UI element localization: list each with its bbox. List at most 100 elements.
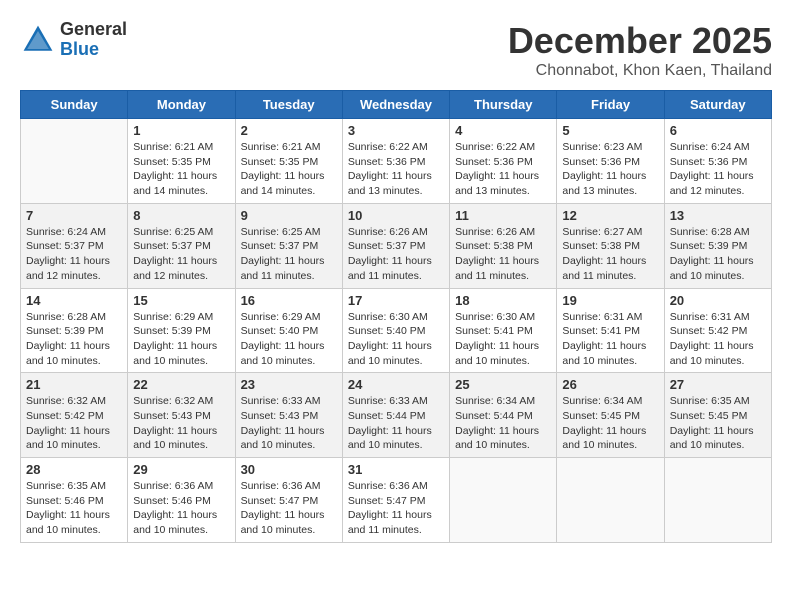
calendar-day-cell: 2 Sunrise: 6:21 AM Sunset: 5:35 PM Daylig… [235,119,342,204]
calendar-day-cell: 12 Sunrise: 6:27 AM Sunset: 5:38 PM Dayli… [557,203,664,288]
day-info: Sunrise: 6:32 AM Sunset: 5:42 PM Dayligh… [26,394,122,453]
month-title: December 2025 [508,20,772,62]
calendar-day-header: Saturday [664,91,771,119]
day-info: Sunrise: 6:25 AM Sunset: 5:37 PM Dayligh… [241,225,337,284]
day-info: Sunrise: 6:31 AM Sunset: 5:41 PM Dayligh… [562,310,658,369]
day-number: 14 [26,293,122,308]
day-info: Sunrise: 6:35 AM Sunset: 5:46 PM Dayligh… [26,479,122,538]
calendar-day-cell: 27 Sunrise: 6:35 AM Sunset: 5:45 PM Dayli… [664,373,771,458]
day-info: Sunrise: 6:23 AM Sunset: 5:36 PM Dayligh… [562,140,658,199]
day-number: 20 [670,293,766,308]
day-number: 8 [133,208,229,223]
day-info: Sunrise: 6:34 AM Sunset: 5:45 PM Dayligh… [562,394,658,453]
day-info: Sunrise: 6:28 AM Sunset: 5:39 PM Dayligh… [670,225,766,284]
day-number: 26 [562,377,658,392]
calendar-day-cell: 3 Sunrise: 6:22 AM Sunset: 5:36 PM Daylig… [342,119,449,204]
day-info: Sunrise: 6:22 AM Sunset: 5:36 PM Dayligh… [455,140,551,199]
calendar-day-cell: 4 Sunrise: 6:22 AM Sunset: 5:36 PM Daylig… [450,119,557,204]
logo: General Blue [20,20,127,60]
calendar-day-cell: 9 Sunrise: 6:25 AM Sunset: 5:37 PM Daylig… [235,203,342,288]
day-info: Sunrise: 6:29 AM Sunset: 5:40 PM Dayligh… [241,310,337,369]
day-number: 23 [241,377,337,392]
day-number: 19 [562,293,658,308]
day-info: Sunrise: 6:22 AM Sunset: 5:36 PM Dayligh… [348,140,444,199]
day-number: 3 [348,123,444,138]
day-info: Sunrise: 6:27 AM Sunset: 5:38 PM Dayligh… [562,225,658,284]
calendar-day-header: Sunday [21,91,128,119]
calendar-week-row: 28 Sunrise: 6:35 AM Sunset: 5:46 PM Dayli… [21,458,772,543]
logo-text: General Blue [60,20,127,60]
calendar-day-cell: 26 Sunrise: 6:34 AM Sunset: 5:45 PM Dayli… [557,373,664,458]
day-info: Sunrise: 6:28 AM Sunset: 5:39 PM Dayligh… [26,310,122,369]
calendar-day-cell: 21 Sunrise: 6:32 AM Sunset: 5:42 PM Dayli… [21,373,128,458]
day-number: 18 [455,293,551,308]
day-info: Sunrise: 6:32 AM Sunset: 5:43 PM Dayligh… [133,394,229,453]
page-header: General Blue December 2025 Chonnabot, Kh… [20,20,772,80]
day-info: Sunrise: 6:24 AM Sunset: 5:36 PM Dayligh… [670,140,766,199]
calendar-day-cell: 24 Sunrise: 6:33 AM Sunset: 5:44 PM Dayli… [342,373,449,458]
day-info: Sunrise: 6:26 AM Sunset: 5:38 PM Dayligh… [455,225,551,284]
day-number: 21 [26,377,122,392]
day-number: 16 [241,293,337,308]
day-number: 17 [348,293,444,308]
day-number: 24 [348,377,444,392]
day-number: 7 [26,208,122,223]
day-info: Sunrise: 6:36 AM Sunset: 5:47 PM Dayligh… [348,479,444,538]
day-number: 4 [455,123,551,138]
day-number: 15 [133,293,229,308]
calendar-day-cell: 13 Sunrise: 6:28 AM Sunset: 5:39 PM Dayli… [664,203,771,288]
day-info: Sunrise: 6:30 AM Sunset: 5:41 PM Dayligh… [455,310,551,369]
day-number: 29 [133,462,229,477]
calendar-day-header: Thursday [450,91,557,119]
day-info: Sunrise: 6:33 AM Sunset: 5:43 PM Dayligh… [241,394,337,453]
logo-icon [20,22,56,58]
calendar-week-row: 1 Sunrise: 6:21 AM Sunset: 5:35 PM Daylig… [21,119,772,204]
day-number: 31 [348,462,444,477]
day-info: Sunrise: 6:21 AM Sunset: 5:35 PM Dayligh… [241,140,337,199]
calendar-day-cell: 8 Sunrise: 6:25 AM Sunset: 5:37 PM Daylig… [128,203,235,288]
calendar-day-cell [450,458,557,543]
title-block: December 2025 Chonnabot, Khon Kaen, Thai… [508,20,772,80]
calendar-day-header: Tuesday [235,91,342,119]
location-title: Chonnabot, Khon Kaen, Thailand [508,62,772,80]
day-number: 9 [241,208,337,223]
calendar-day-cell: 23 Sunrise: 6:33 AM Sunset: 5:43 PM Dayli… [235,373,342,458]
calendar-day-header: Wednesday [342,91,449,119]
calendar-day-cell: 7Sunrise: 6:24 AM Sunset: 5:37 PM Daylig… [21,203,128,288]
day-info: Sunrise: 6:31 AM Sunset: 5:42 PM Dayligh… [670,310,766,369]
day-number: 1 [133,123,229,138]
calendar-day-cell: 29Sunrise: 6:36 AM Sunset: 5:46 PM Dayli… [128,458,235,543]
calendar-day-header: Friday [557,91,664,119]
day-number: 22 [133,377,229,392]
calendar-day-cell: 30 Sunrise: 6:36 AM Sunset: 5:47 PM Dayli… [235,458,342,543]
calendar-table: SundayMondayTuesdayWednesdayThursdayFrid… [20,90,772,543]
day-number: 6 [670,123,766,138]
day-info: Sunrise: 6:35 AM Sunset: 5:45 PM Dayligh… [670,394,766,453]
day-number: 27 [670,377,766,392]
calendar-week-row: 21 Sunrise: 6:32 AM Sunset: 5:42 PM Dayli… [21,373,772,458]
calendar-day-cell [21,119,128,204]
day-number: 2 [241,123,337,138]
calendar-day-cell: 25Sunrise: 6:34 AM Sunset: 5:44 PM Dayli… [450,373,557,458]
calendar-day-cell: 18 Sunrise: 6:30 AM Sunset: 5:41 PM Dayli… [450,288,557,373]
day-info: Sunrise: 6:21 AM Sunset: 5:35 PM Dayligh… [133,140,229,199]
calendar-header-row: SundayMondayTuesdayWednesdayThursdayFrid… [21,91,772,119]
calendar-day-cell: 31 Sunrise: 6:36 AM Sunset: 5:47 PM Dayli… [342,458,449,543]
day-number: 11 [455,208,551,223]
calendar-day-cell: 16 Sunrise: 6:29 AM Sunset: 5:40 PM Dayli… [235,288,342,373]
calendar-day-cell: 22 Sunrise: 6:32 AM Sunset: 5:43 PM Dayli… [128,373,235,458]
day-info: Sunrise: 6:36 AM Sunset: 5:47 PM Dayligh… [241,479,337,538]
calendar-day-cell [664,458,771,543]
day-info: Sunrise: 6:25 AM Sunset: 5:37 PM Dayligh… [133,225,229,284]
day-number: 30 [241,462,337,477]
day-info: Sunrise: 6:33 AM Sunset: 5:44 PM Dayligh… [348,394,444,453]
day-number: 28 [26,462,122,477]
calendar-day-cell: 1 Sunrise: 6:21 AM Sunset: 5:35 PM Daylig… [128,119,235,204]
calendar-week-row: 14 Sunrise: 6:28 AM Sunset: 5:39 PM Dayli… [21,288,772,373]
day-info: Sunrise: 6:26 AM Sunset: 5:37 PM Dayligh… [348,225,444,284]
day-number: 10 [348,208,444,223]
day-info: Sunrise: 6:34 AM Sunset: 5:44 PM Dayligh… [455,394,551,453]
day-number: 12 [562,208,658,223]
logo-general: General [60,20,127,40]
day-number: 13 [670,208,766,223]
